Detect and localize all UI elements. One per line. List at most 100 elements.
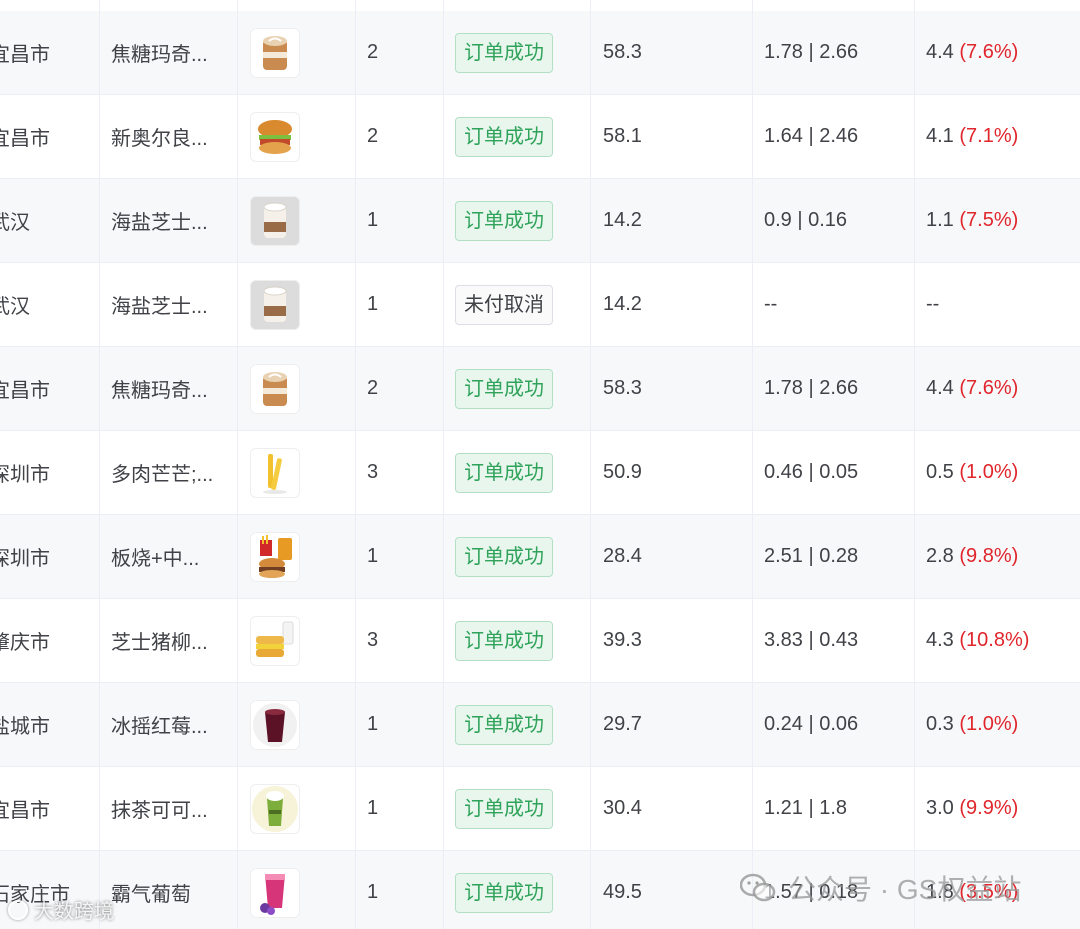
total-value: -- <box>926 293 940 315</box>
commission-cell: 2.51 | 0.28 <box>753 515 915 598</box>
total-cell: -- <box>915 263 1080 346</box>
percent-value: (1.0%) <box>959 713 1019 735</box>
fries-icon[interactable] <box>250 447 300 498</box>
percent-value: (7.6%) <box>959 41 1019 63</box>
total-value: 0.5 <box>926 461 954 483</box>
status-cell: 订单成功 <box>444 431 591 514</box>
status-badge: 订单成功 <box>455 200 553 241</box>
table-row[interactable]: 武汉海盐芝士...1订单成功14.20.9 | 0.161.1 (7.5%) <box>0 179 1080 263</box>
percent-value: (7.6%) <box>959 377 1019 399</box>
product-image-cell <box>238 851 356 929</box>
status-cell: 订单成功 <box>444 851 591 929</box>
amount-cell: 50.9 <box>591 431 753 514</box>
commission-cell: 1.78 | 2.66 <box>753 11 915 94</box>
total-cell: 1.1 (7.5%) <box>915 179 1080 262</box>
status-badge: 订单成功 <box>455 620 553 661</box>
status-badge: 订单成功 <box>455 116 553 157</box>
status-badge: 订单成功 <box>455 368 553 409</box>
product-name-cell: 冰摇红莓... <box>100 683 238 766</box>
city-cell: 武汉 <box>0 179 100 262</box>
product-name-cell: 多肉芒芒;... <box>100 431 238 514</box>
status-cell: 未付取消 <box>444 263 591 346</box>
quantity-cell: 1 <box>356 515 444 598</box>
table-row[interactable]: 宜昌市焦糖玛奇...2订单成功58.31.78 | 2.664.4 (7.6%) <box>0 347 1080 431</box>
city-cell: 宜昌市 <box>0 347 100 430</box>
status-cell: 订单成功 <box>444 599 591 682</box>
matcha-drink-icon[interactable] <box>250 783 300 834</box>
total-value: 1.1 <box>926 209 954 231</box>
quantity-cell: 1 <box>356 767 444 850</box>
table-row[interactable]: 武汉海盐芝士...1未付取消14.2---- <box>0 263 1080 347</box>
quantity-cell: 3 <box>356 599 444 682</box>
burger-combo-icon[interactable] <box>250 531 300 582</box>
city-cell: 盐城市 <box>0 683 100 766</box>
product-image-cell <box>238 11 356 94</box>
watermark-right: 公众号 · GS权益站 <box>739 868 1021 908</box>
chicken-burger-icon[interactable] <box>250 111 300 162</box>
quantity-cell: 2 <box>356 347 444 430</box>
product-name-cell: 海盐芝士... <box>100 179 238 262</box>
status-badge: 订单成功 <box>455 788 553 829</box>
status-cell: 订单成功 <box>444 347 591 430</box>
latte-art-cup-icon[interactable] <box>250 27 300 78</box>
table-row[interactable]: 宜昌市抹茶可可...1订单成功30.41.21 | 1.83.0 (9.9%) <box>0 767 1080 851</box>
commission-cell: 0.24 | 0.06 <box>753 683 915 766</box>
status-cell: 订单成功 <box>444 683 591 766</box>
watermark-left: 大数跨境 <box>8 895 114 924</box>
grape-tea-icon[interactable] <box>250 867 300 918</box>
city-cell: 宜昌市 <box>0 767 100 850</box>
city-cell: 深圳市 <box>0 515 100 598</box>
table-row[interactable]: 宜昌市焦糖玛奇...2订单成功58.31.78 | 2.664.4 (7.6%) <box>0 11 1080 95</box>
quantity-cell: 1 <box>356 683 444 766</box>
product-image-cell <box>238 683 356 766</box>
percent-value: (7.5%) <box>959 209 1019 231</box>
total-cell: 4.3 (10.8%) <box>915 599 1080 682</box>
status-cell: 订单成功 <box>444 767 591 850</box>
amount-cell: 58.3 <box>591 347 753 430</box>
quantity-cell: 2 <box>356 11 444 94</box>
amount-cell: 58.3 <box>591 11 753 94</box>
amount-cell: 29.7 <box>591 683 753 766</box>
city-cell: 深圳市 <box>0 431 100 514</box>
commission-cell: 1.64 | 2.46 <box>753 95 915 178</box>
total-cell: 2.8 (9.8%) <box>915 515 1080 598</box>
total-cell: 3.0 (9.9%) <box>915 767 1080 850</box>
table-row[interactable]: 宜昌市新奥尔良...2订单成功58.11.64 | 2.464.1 (7.1%) <box>0 95 1080 179</box>
sea-salt-latte-icon[interactable] <box>250 195 300 246</box>
table-row[interactable]: 深圳市多肉芒芒;...3订单成功50.90.46 | 0.050.5 (1.0%… <box>0 431 1080 515</box>
amount-cell: 49.5 <box>591 851 753 929</box>
status-badge: 订单成功 <box>455 32 553 73</box>
city-cell: 武汉 <box>0 263 100 346</box>
total-cell: 4.4 (7.6%) <box>915 347 1080 430</box>
product-image-cell <box>238 431 356 514</box>
status-cell: 订单成功 <box>444 11 591 94</box>
quantity-cell: 2 <box>356 95 444 178</box>
berry-drink-icon[interactable] <box>250 699 300 750</box>
breakfast-sandwich-icon[interactable] <box>250 615 300 666</box>
quantity-cell: 1 <box>356 179 444 262</box>
status-badge: 未付取消 <box>455 284 553 325</box>
total-value: 4.3 <box>926 629 954 651</box>
table-row[interactable]: 深圳市板烧+中... 1订单成功28.42.51 | 0.282.8 (9.8%) <box>0 515 1080 599</box>
city-cell: 肇庆市 <box>0 599 100 682</box>
status-cell: 订单成功 <box>444 515 591 598</box>
amount-cell: 39.3 <box>591 599 753 682</box>
percent-value: (9.8%) <box>959 545 1019 567</box>
percent-value: (7.1%) <box>959 125 1019 147</box>
status-cell: 订单成功 <box>444 179 591 262</box>
sea-salt-latte-icon[interactable] <box>250 279 300 330</box>
quantity-cell: 3 <box>356 431 444 514</box>
percent-value: (10.8%) <box>959 629 1030 651</box>
amount-cell: 28.4 <box>591 515 753 598</box>
table-row[interactable]: 盐城市冰摇红莓...1订单成功29.70.24 | 0.060.3 (1.0%) <box>0 683 1080 767</box>
commission-cell: -- <box>753 263 915 346</box>
product-image-cell <box>238 95 356 178</box>
commission-cell: 0.9 | 0.16 <box>753 179 915 262</box>
product-image-cell <box>238 767 356 850</box>
latte-art-cup-icon[interactable] <box>250 363 300 414</box>
commission-cell: 1.78 | 2.66 <box>753 347 915 430</box>
table-row[interactable]: 肇庆市芝士猪柳...3订单成功39.33.83 | 0.434.3 (10.8%… <box>0 599 1080 683</box>
total-cell: 0.5 (1.0%) <box>915 431 1080 514</box>
product-image-cell <box>238 179 356 262</box>
product-name-cell: 板烧+中... <box>100 515 238 598</box>
